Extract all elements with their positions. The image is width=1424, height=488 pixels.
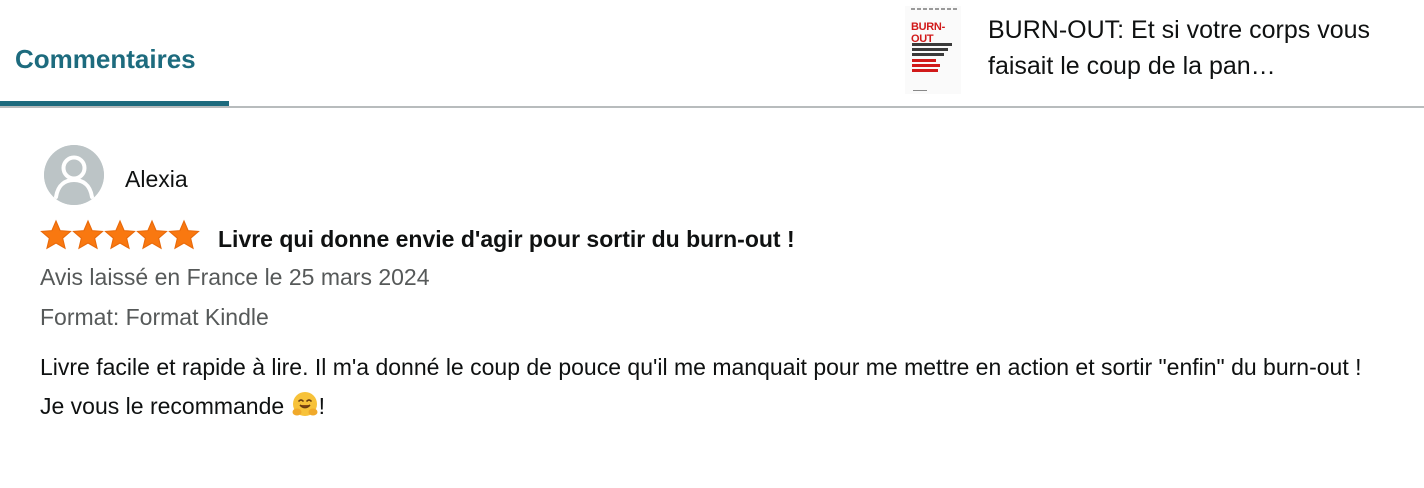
tab-comments[interactable]: Commentaires [0, 0, 229, 106]
cover-title-text: BURN-OUT [911, 21, 945, 45]
product-summary[interactable]: BURN-OUT BURN-OUT: Et si votre corps vou… [905, 6, 1415, 96]
star-icon [72, 219, 104, 250]
review-body-line: Je vous le recommande ! [40, 387, 1400, 426]
star-icon [40, 219, 72, 250]
star-icon [104, 219, 136, 250]
review-body-text: Je vous le recommande [40, 393, 291, 419]
star-rating[interactable] [40, 219, 200, 251]
star-icon [168, 219, 200, 250]
page-header: Commentaires BURN-OUT BURN-OUT: Et si vo… [0, 0, 1424, 108]
star-icon [136, 219, 168, 250]
review-body-text-end: ! [318, 393, 325, 419]
review-title[interactable]: Livre qui donne envie d'agir pour sortir… [218, 226, 795, 253]
review-body: Livre facile et rapide à lire. Il m'a do… [40, 348, 1400, 426]
reviewer-name[interactable]: Alexia [125, 166, 188, 193]
review-page: Commentaires BURN-OUT BURN-OUT: Et si vo… [0, 0, 1424, 488]
default-user-avatar-icon[interactable] [44, 145, 104, 205]
tab-comments-label: Commentaires [15, 44, 196, 74]
header-divider [0, 106, 1424, 108]
review-date: Avis laissé en France le 25 mars 2024 [40, 264, 430, 290]
review-format: Format: Format Kindle [40, 304, 269, 330]
product-title-link[interactable]: BURN-OUT: Et si votre corps vous faisait… [988, 12, 1408, 84]
review-body-line: Livre facile et rapide à lire. Il m'a do… [40, 354, 1362, 380]
book-cover-image[interactable]: BURN-OUT [905, 6, 961, 94]
hugging-face-emoji [292, 392, 318, 416]
